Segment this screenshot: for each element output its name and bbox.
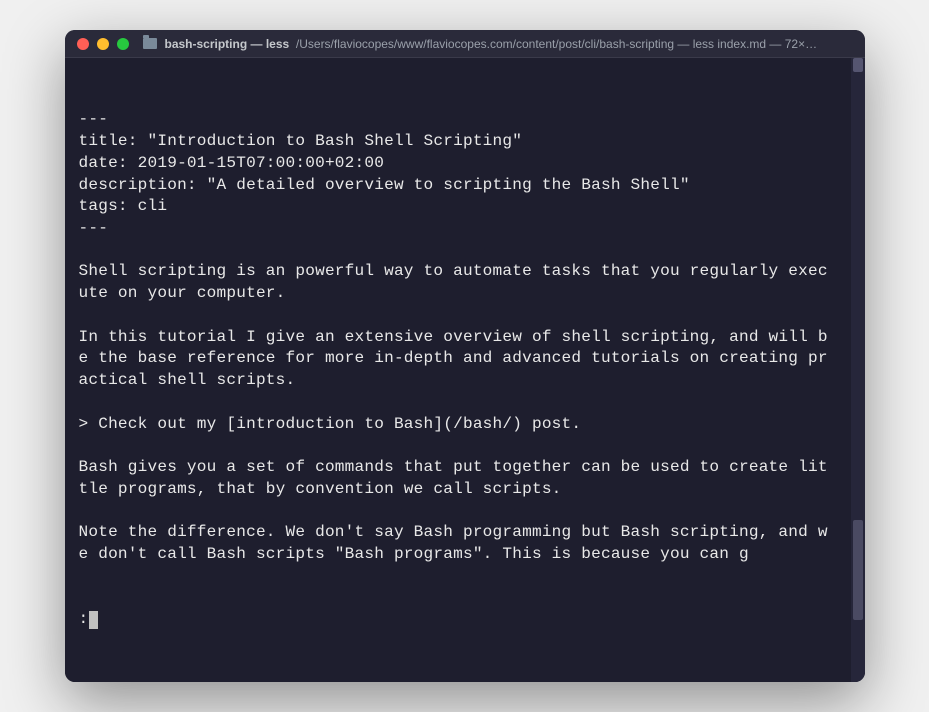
less-prompt[interactable]: : bbox=[79, 609, 837, 631]
terminal-content[interactable]: --- title: "Introduction to Bash Shell S… bbox=[65, 58, 851, 682]
scrollbar-thumb-top[interactable] bbox=[853, 58, 863, 72]
folder-icon bbox=[143, 38, 157, 49]
window-titlebar[interactable]: bash-scripting — less /Users/flaviocopes… bbox=[65, 30, 865, 58]
terminal-window: bash-scripting — less /Users/flaviocopes… bbox=[65, 30, 865, 682]
maximize-button[interactable] bbox=[117, 38, 129, 50]
terminal-body: --- title: "Introduction to Bash Shell S… bbox=[65, 58, 865, 682]
close-button[interactable] bbox=[77, 38, 89, 50]
window-controls bbox=[77, 38, 129, 50]
window-title: bash-scripting — less /Users/flaviocopes… bbox=[165, 37, 853, 51]
file-content: --- title: "Introduction to Bash Shell S… bbox=[79, 109, 837, 565]
scrollbar[interactable] bbox=[851, 58, 865, 682]
scrollbar-thumb[interactable] bbox=[853, 520, 863, 620]
cursor-icon bbox=[89, 611, 98, 629]
minimize-button[interactable] bbox=[97, 38, 109, 50]
